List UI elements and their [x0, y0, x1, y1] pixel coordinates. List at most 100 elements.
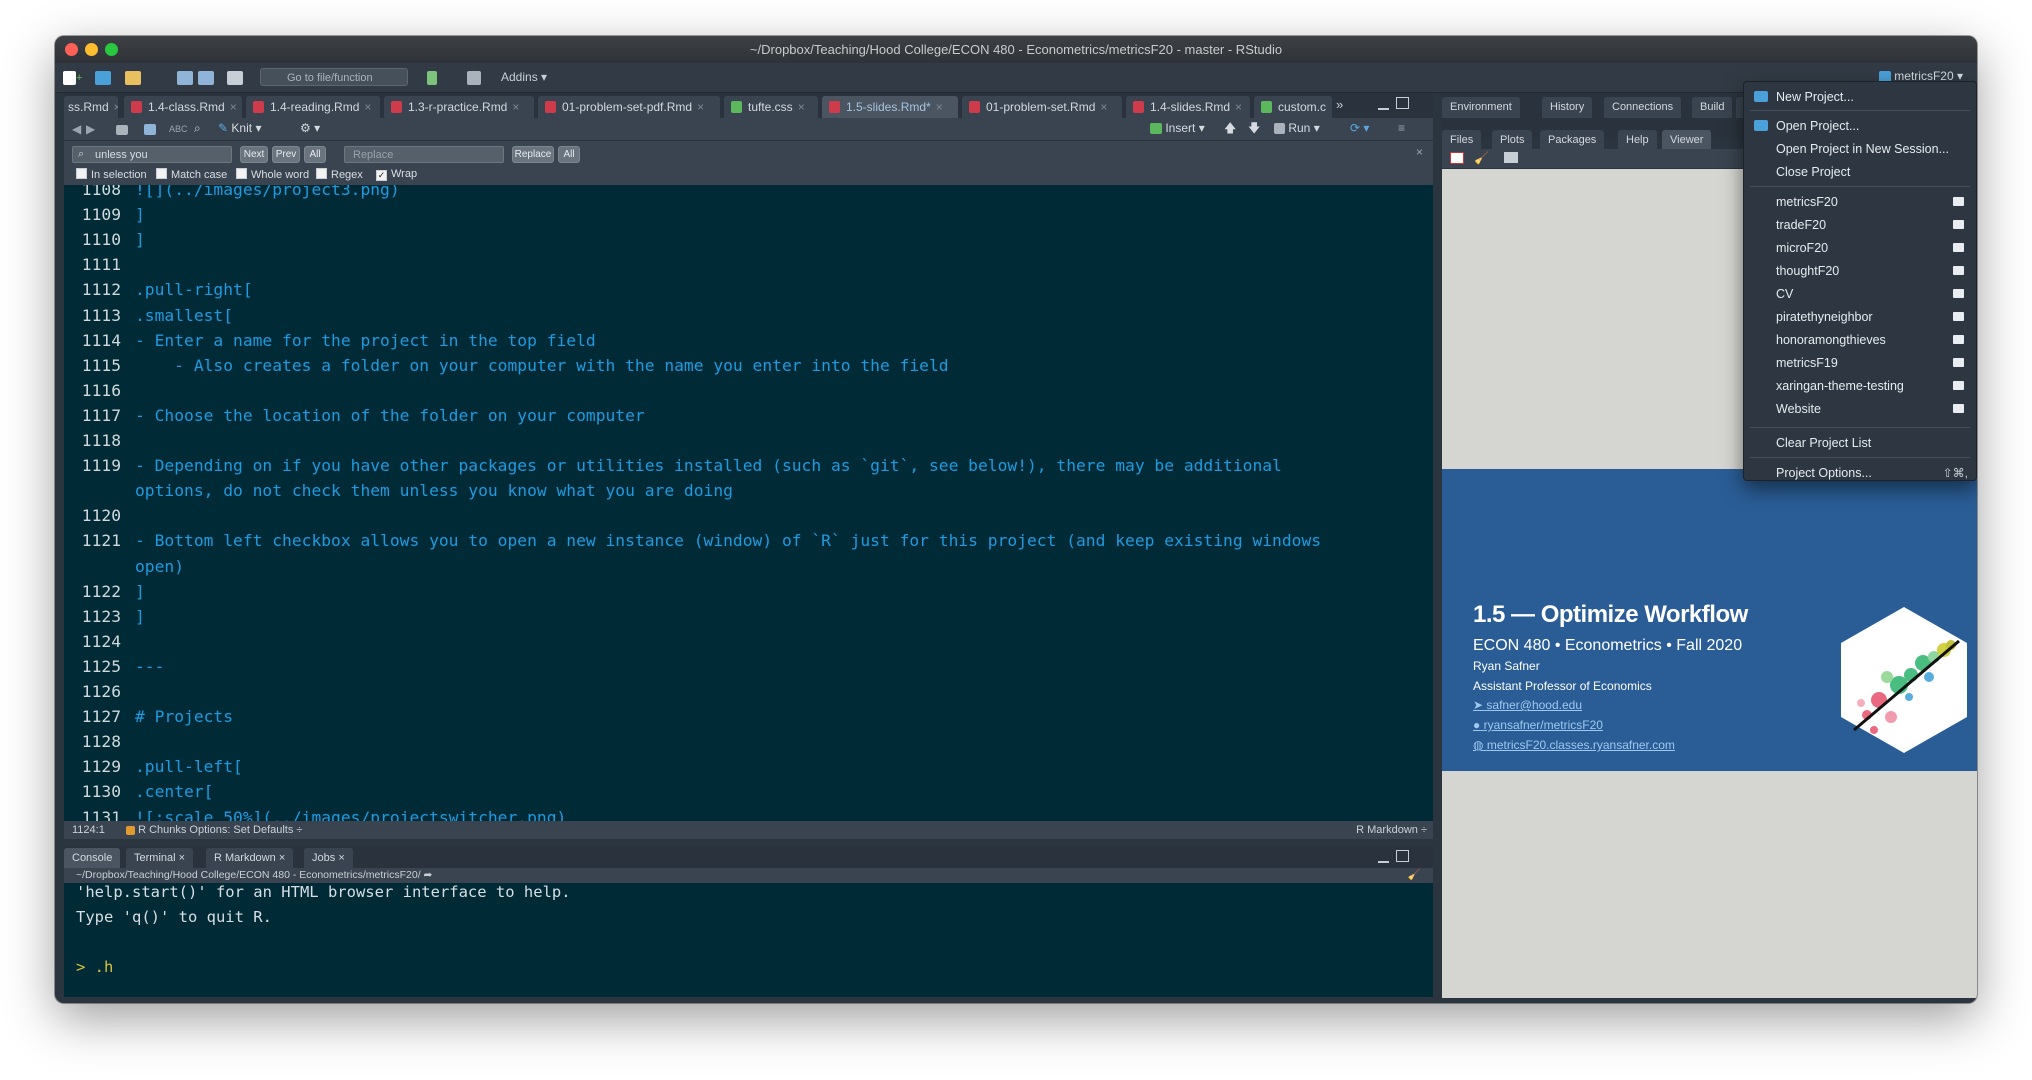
version-control-icon[interactable]	[427, 69, 437, 86]
spellcheck-icon[interactable]: ABC	[169, 121, 188, 138]
knit-button[interactable]: ✎ Knit ▾	[218, 120, 261, 137]
tab-01-problem-set[interactable]: 01-problem-set.Rmd ×	[962, 96, 1122, 118]
show-in-window-icon[interactable]	[116, 121, 128, 138]
close-icon[interactable]: ×	[338, 852, 344, 864]
replace-input[interactable]: Replace	[344, 146, 504, 163]
rerun-chunk-icon[interactable]: ⟳ ▾	[1350, 120, 1369, 137]
tab-1-4-slides[interactable]: 1.4-slides.Rmd ×	[1126, 96, 1250, 118]
open-project-item[interactable]: Open Project...	[1744, 115, 1976, 137]
maximize-pane-icon[interactable]	[1396, 850, 1409, 862]
tab-help[interactable]: Help	[1618, 130, 1657, 151]
back-arrow-icon[interactable]: ◀	[72, 121, 81, 138]
close-project-item[interactable]: Close Project	[1744, 161, 1976, 183]
open-in-new-session-icon[interactable]	[1953, 335, 1964, 344]
close-icon[interactable]: ×	[279, 852, 285, 864]
open-in-new-session-icon[interactable]	[1953, 312, 1964, 321]
find-input[interactable]: ⌕ unless you	[72, 146, 232, 163]
open-in-new-session-icon[interactable]	[1953, 197, 1964, 206]
open-in-new-session-icon[interactable]	[1953, 266, 1964, 275]
close-icon[interactable]: ×	[364, 100, 371, 114]
file-type-menu[interactable]: R Markdown ÷	[1356, 821, 1427, 839]
close-icon[interactable]: ×	[1235, 100, 1242, 114]
search-icon[interactable]: ⌕	[194, 120, 201, 137]
find-next-button[interactable]: Next	[240, 146, 268, 163]
find-all-button[interactable]: All	[304, 146, 326, 163]
recent-project-item[interactable]: CV	[1744, 283, 1976, 305]
recent-project-item[interactable]: metricsF20	[1744, 191, 1976, 213]
export-icon[interactable]	[1504, 152, 1518, 163]
tab-packages[interactable]: Packages	[1540, 130, 1605, 151]
find-prev-button[interactable]: Prev	[272, 146, 300, 163]
recent-project-item[interactable]: Website	[1744, 398, 1976, 420]
in-selection-checkbox[interactable]: In selection	[76, 168, 147, 181]
close-icon[interactable]: ×	[512, 100, 519, 114]
close-icon[interactable]: ×	[798, 100, 805, 114]
clear-viewer-icon[interactable]	[1450, 152, 1464, 164]
close-icon[interactable]: ×	[114, 100, 118, 114]
gear-icon[interactable]: ⚙ ▾	[300, 120, 320, 137]
project-options-item[interactable]: Project Options... ⇧⌘,	[1744, 462, 1976, 484]
chunk-options-menu[interactable]: R Chunks Options: Set Defaults ÷	[126, 821, 302, 839]
tab-ss-rmd[interactable]: ss.Rmd ×	[64, 96, 118, 118]
recent-project-item[interactable]: tradeF20	[1744, 214, 1976, 236]
clear-project-list-item[interactable]: Clear Project List	[1744, 432, 1976, 454]
up-arrow-icon[interactable]: 🡅	[1224, 120, 1236, 137]
open-in-new-session-icon[interactable]	[1953, 220, 1964, 229]
new-file-icon[interactable]: +	[63, 69, 82, 86]
tab-build[interactable]: Build	[1692, 97, 1733, 118]
forward-arrow-icon[interactable]: ▶	[86, 121, 95, 138]
tab-1-4-reading[interactable]: 1.4-reading.Rmd ×	[246, 96, 380, 118]
goto-directory-icon[interactable]: ➦	[424, 869, 433, 881]
tab-history[interactable]: History	[1542, 97, 1593, 118]
maximize-pane-icon[interactable]	[1396, 97, 1409, 109]
recent-project-item[interactable]: thoughtF20	[1744, 260, 1976, 282]
tab-viewer[interactable]: Viewer	[1662, 130, 1712, 151]
open-in-new-session-icon[interactable]	[1953, 404, 1964, 413]
tab-connections[interactable]: Connections	[1604, 97, 1682, 118]
save-icon[interactable]	[144, 121, 156, 138]
regex-checkbox[interactable]: Regex	[316, 168, 363, 181]
tab-1-3-r-practice[interactable]: 1.3-r-practice.Rmd ×	[384, 96, 534, 118]
recent-project-item[interactable]: xaringan-theme-testing	[1744, 375, 1976, 397]
tab-plots[interactable]: Plots	[1492, 130, 1533, 151]
tab-1-4-class[interactable]: 1.4-class.Rmd ×	[124, 96, 242, 118]
wrap-checkbox[interactable]: ✓ Wrap	[376, 168, 417, 181]
close-icon[interactable]: ×	[697, 100, 704, 114]
tab-terminal[interactable]: Terminal ×	[126, 848, 194, 868]
open-in-new-session-icon[interactable]	[1953, 381, 1964, 390]
close-icon[interactable]: ×	[179, 852, 185, 864]
tab-console[interactable]: Console	[64, 848, 121, 868]
tab-01-problem-set-pdf[interactable]: 01-problem-set-pdf.Rmd ×	[538, 96, 720, 118]
down-arrow-icon[interactable]: 🡇	[1248, 120, 1260, 137]
replace-button[interactable]: Replace	[512, 146, 554, 163]
tab-custom-css[interactable]: custom.c	[1254, 96, 1332, 118]
save-all-icon[interactable]	[198, 69, 214, 86]
run-button[interactable]: Run ▾	[1274, 120, 1320, 137]
slide-website-link[interactable]: ◍ metricsF20.classes.ryansafner.com	[1473, 738, 1675, 752]
goto-file-input[interactable]: Go to file/function	[260, 68, 408, 86]
minimize-pane-icon[interactable]	[1378, 852, 1389, 863]
minimize-pane-icon[interactable]	[1378, 99, 1389, 110]
open-in-new-session-icon[interactable]	[1953, 243, 1964, 252]
close-icon[interactable]: ×	[936, 100, 943, 114]
replace-all-button[interactable]: All	[558, 146, 580, 163]
new-project-icon[interactable]	[95, 69, 111, 86]
open-file-icon[interactable]	[125, 69, 141, 86]
close-find-icon[interactable]: ×	[1416, 145, 1423, 159]
open-project-new-session-item[interactable]: Open Project in New Session...	[1744, 138, 1976, 160]
broom-icon[interactable]: 🧹	[1474, 151, 1489, 165]
addins-menu[interactable]: Addins ▾	[501, 69, 547, 86]
recent-project-item[interactable]: piratethyneighbor	[1744, 306, 1976, 328]
code-editor[interactable]: 1108 ![](../images/project3.png) 1109] 1110…	[64, 185, 1433, 821]
grid-layout-icon[interactable]	[467, 69, 481, 86]
recent-project-item[interactable]: honoramongthieves	[1744, 329, 1976, 351]
console-prompt[interactable]: > .h	[76, 958, 113, 976]
whole-word-checkbox[interactable]: Whole word	[236, 168, 309, 181]
tab-1-5-slides[interactable]: 1.5-slides.Rmd* ×	[822, 96, 958, 118]
close-icon[interactable]: ×	[230, 100, 237, 114]
tab-tufte-css[interactable]: tufte.css ×	[724, 96, 818, 118]
open-in-new-session-icon[interactable]	[1953, 289, 1964, 298]
close-icon[interactable]: ×	[1100, 100, 1107, 114]
slide-github-link[interactable]: ● ryansafner/metricsF20	[1473, 718, 1603, 732]
print-icon[interactable]	[227, 69, 243, 86]
